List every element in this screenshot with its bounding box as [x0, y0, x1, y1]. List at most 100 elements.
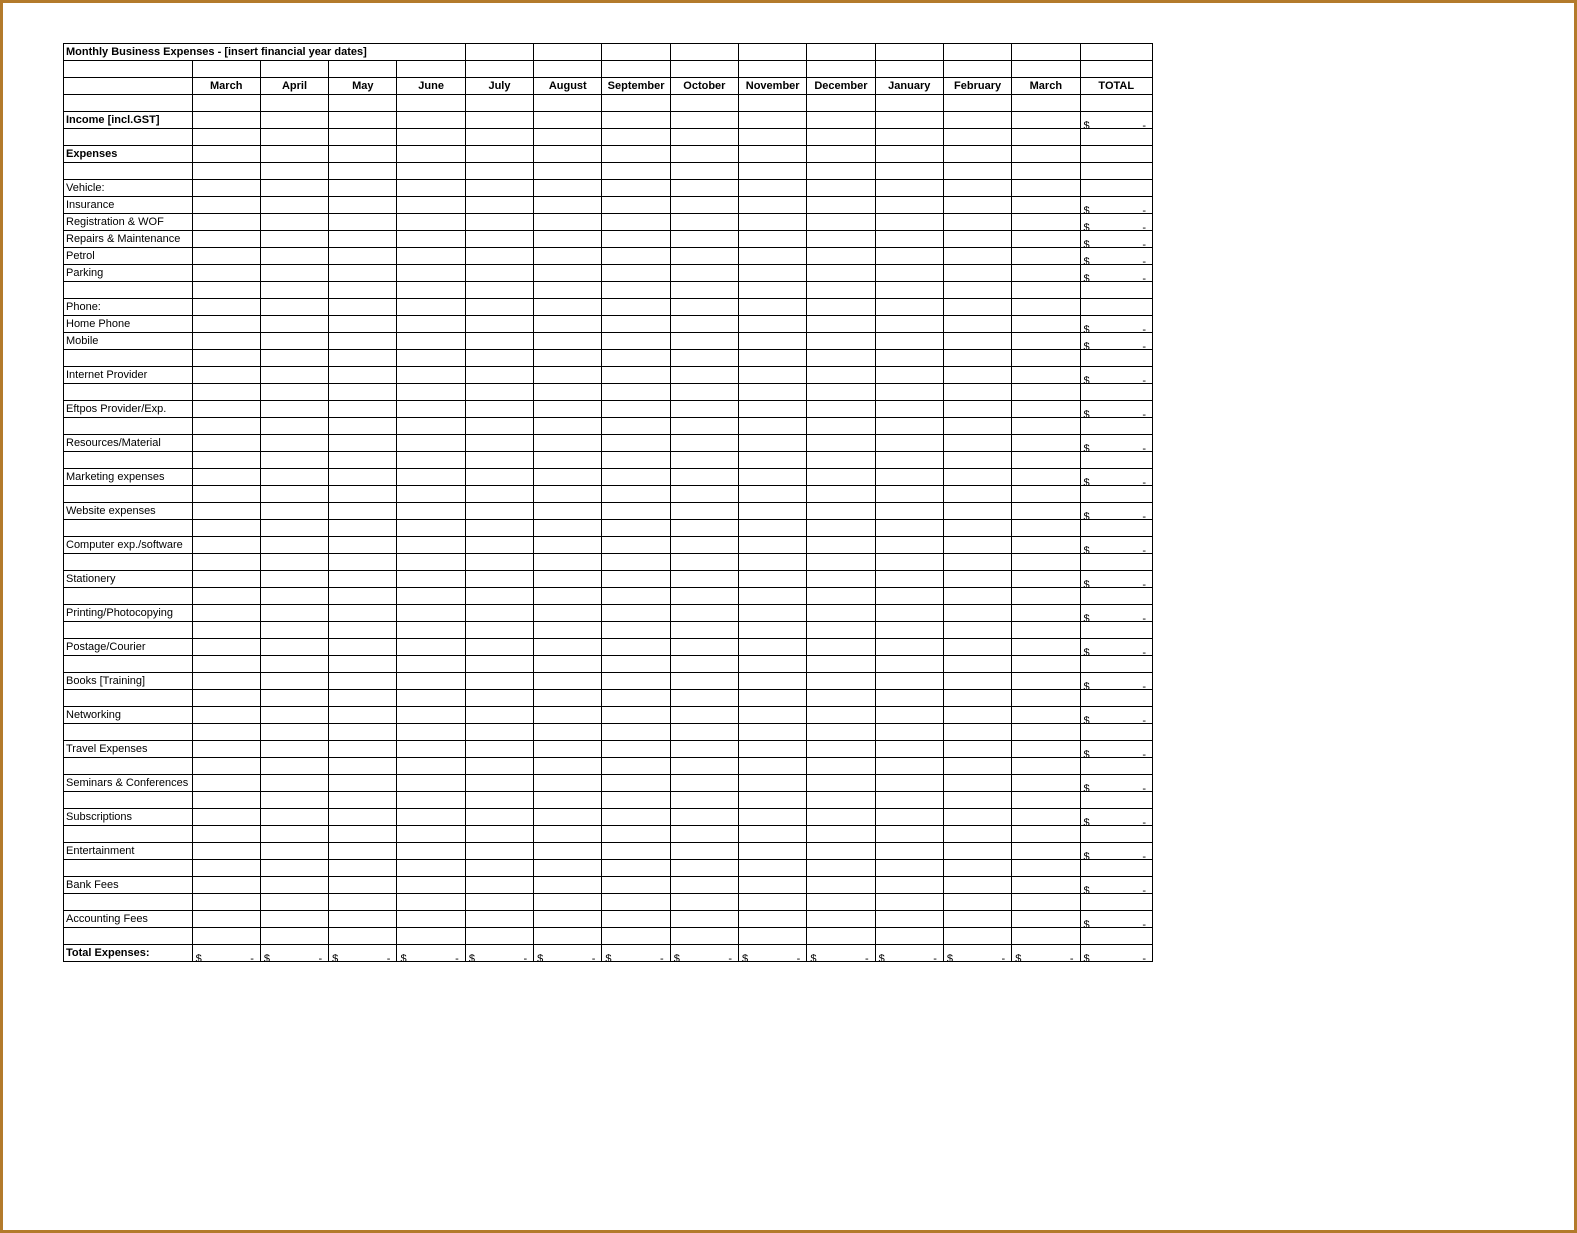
cell[interactable] [397, 231, 465, 248]
cell[interactable] [739, 316, 807, 333]
cell[interactable] [670, 775, 738, 792]
cell[interactable] [807, 367, 875, 384]
cell[interactable] [807, 214, 875, 231]
money-cell[interactable]: $- [1080, 843, 1153, 860]
cell[interactable] [260, 333, 328, 350]
cell[interactable] [807, 248, 875, 265]
cell[interactable] [534, 843, 602, 860]
cell[interactable] [1012, 469, 1080, 486]
cell[interactable] [943, 605, 1011, 622]
cell[interactable] [670, 197, 738, 214]
cell[interactable] [875, 707, 943, 724]
cell[interactable] [739, 707, 807, 724]
cell[interactable] [807, 911, 875, 928]
money-cell[interactable]: $- [1080, 401, 1153, 418]
cell[interactable] [670, 673, 738, 690]
money-cell[interactable]: $- [1080, 367, 1153, 384]
cell[interactable] [534, 214, 602, 231]
cell[interactable] [1012, 605, 1080, 622]
cell[interactable] [807, 401, 875, 418]
cell[interactable] [875, 809, 943, 826]
cell[interactable] [943, 673, 1011, 690]
cell[interactable] [670, 707, 738, 724]
cell[interactable] [192, 469, 260, 486]
cell[interactable] [534, 265, 602, 282]
cell[interactable] [739, 367, 807, 384]
cell[interactable] [397, 435, 465, 452]
cell[interactable] [465, 112, 533, 129]
cell[interactable] [739, 197, 807, 214]
cell[interactable] [602, 333, 670, 350]
cell[interactable] [807, 537, 875, 554]
cell[interactable] [943, 180, 1011, 197]
cell[interactable] [875, 214, 943, 231]
cell[interactable] [807, 877, 875, 894]
cell[interactable] [192, 180, 260, 197]
cell[interactable] [1012, 333, 1080, 350]
cell[interactable] [670, 401, 738, 418]
cell[interactable] [260, 231, 328, 248]
money-cell[interactable]: $- [1080, 571, 1153, 588]
cell[interactable] [534, 299, 602, 316]
cell[interactable] [329, 571, 397, 588]
cell[interactable] [534, 911, 602, 928]
cell[interactable] [260, 367, 328, 384]
cell[interactable] [943, 843, 1011, 860]
cell[interactable] [1012, 775, 1080, 792]
cell[interactable] [260, 265, 328, 282]
cell[interactable] [329, 333, 397, 350]
money-cell[interactable]: $- [465, 945, 533, 962]
cell[interactable] [807, 605, 875, 622]
cell[interactable] [192, 299, 260, 316]
cell[interactable] [875, 435, 943, 452]
cell[interactable] [1012, 316, 1080, 333]
cell[interactable] [534, 571, 602, 588]
cell[interactable] [329, 469, 397, 486]
cell[interactable] [739, 673, 807, 690]
cell[interactable] [465, 435, 533, 452]
cell[interactable] [670, 809, 738, 826]
cell[interactable] [1012, 707, 1080, 724]
cell[interactable] [602, 809, 670, 826]
cell[interactable] [943, 197, 1011, 214]
cell[interactable] [1012, 639, 1080, 656]
cell[interactable] [875, 367, 943, 384]
cell[interactable] [534, 197, 602, 214]
cell[interactable] [260, 401, 328, 418]
cell[interactable] [192, 605, 260, 622]
cell[interactable] [807, 146, 875, 163]
cell[interactable] [329, 537, 397, 554]
cell[interactable] [329, 673, 397, 690]
cell[interactable] [875, 639, 943, 656]
cell[interactable] [397, 605, 465, 622]
cell[interactable] [739, 146, 807, 163]
cell[interactable] [670, 214, 738, 231]
cell[interactable] [1012, 180, 1080, 197]
money-cell[interactable]: $- [1080, 248, 1153, 265]
cell[interactable] [329, 180, 397, 197]
cell[interactable] [465, 214, 533, 231]
cell[interactable] [670, 503, 738, 520]
cell[interactable] [1012, 367, 1080, 384]
cell[interactable] [1012, 401, 1080, 418]
cell[interactable] [602, 877, 670, 894]
money-cell[interactable]: $- [1080, 707, 1153, 724]
cell[interactable] [192, 401, 260, 418]
cell[interactable] [465, 843, 533, 860]
cell[interactable] [192, 333, 260, 350]
cell[interactable] [534, 503, 602, 520]
cell[interactable] [397, 180, 465, 197]
cell[interactable] [192, 843, 260, 860]
cell[interactable] [329, 316, 397, 333]
cell[interactable] [1012, 673, 1080, 690]
cell[interactable] [329, 741, 397, 758]
cell[interactable] [943, 214, 1011, 231]
money-cell[interactable]: $- [1080, 809, 1153, 826]
cell[interactable] [1012, 197, 1080, 214]
cell[interactable] [192, 112, 260, 129]
money-cell[interactable]: $- [1080, 605, 1153, 622]
money-cell[interactable]: $- [260, 945, 328, 962]
cell[interactable] [260, 605, 328, 622]
cell[interactable] [807, 503, 875, 520]
cell[interactable] [739, 401, 807, 418]
